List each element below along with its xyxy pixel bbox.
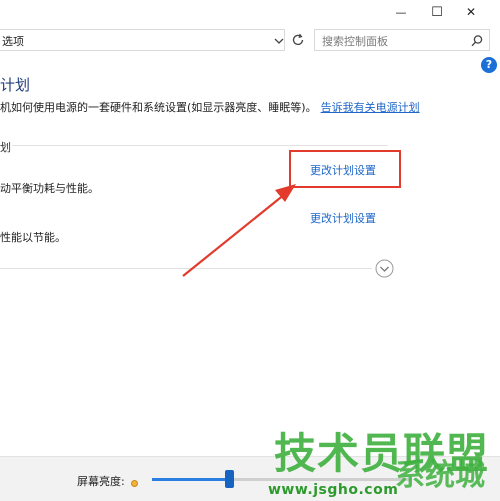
plan-saver-description: 性能以节能。 <box>0 231 66 244</box>
brightness-label: 屏幕亮度: <box>77 475 125 488</box>
expand-plans-button[interactable] <box>375 259 394 278</box>
refresh-button[interactable] <box>289 31 307 49</box>
highlight-box <box>289 150 401 188</box>
chevron-down-circle-icon <box>375 259 394 278</box>
section-divider <box>12 145 388 146</box>
page-description: 机如何使用电源的一套硬件和系统设置(如显示器亮度、睡眠等)。 告诉我有关电源计划 <box>0 99 420 115</box>
close-icon: ✕ <box>465 5 477 19</box>
search-icon[interactable] <box>470 33 484 47</box>
address-bar[interactable] <box>0 29 285 51</box>
search-placeholder: 搜索控制面板 <box>322 35 388 48</box>
watermark-brand-secondary: 系统城 <box>395 458 485 493</box>
maximize-button[interactable]: ☐ <box>420 0 454 24</box>
additional-plans-divider <box>0 268 372 269</box>
help-icon[interactable]: ? <box>481 57 497 73</box>
plan-balanced-description: 动平衡功耗与性能。 <box>0 182 99 195</box>
address-path: 选项 <box>2 35 24 48</box>
power-plan-info-link[interactable]: 告诉我有关电源计划 <box>321 101 420 114</box>
brightness-low-icon <box>129 474 140 487</box>
description-text: 机如何使用电源的一套硬件和系统设置(如显示器亮度、睡眠等)。 <box>0 101 317 114</box>
close-button[interactable]: ✕ <box>454 0 488 24</box>
refresh-icon <box>292 33 304 46</box>
section-label: 划 <box>0 141 11 154</box>
plan-saver-change-settings-link[interactable]: 更改计划设置 <box>310 210 376 226</box>
watermark-url: www.jsgho.com <box>268 482 399 498</box>
chevron-down-icon <box>274 38 284 44</box>
address-dropdown-button[interactable] <box>273 33 285 47</box>
brightness-slider-fill <box>152 478 230 481</box>
page-title: 计划 <box>0 76 31 94</box>
brightness-slider-thumb[interactable] <box>225 470 234 488</box>
minimize-icon: — <box>395 5 407 19</box>
minimize-button[interactable]: — <box>384 0 418 24</box>
maximize-icon: ☐ <box>431 4 443 20</box>
